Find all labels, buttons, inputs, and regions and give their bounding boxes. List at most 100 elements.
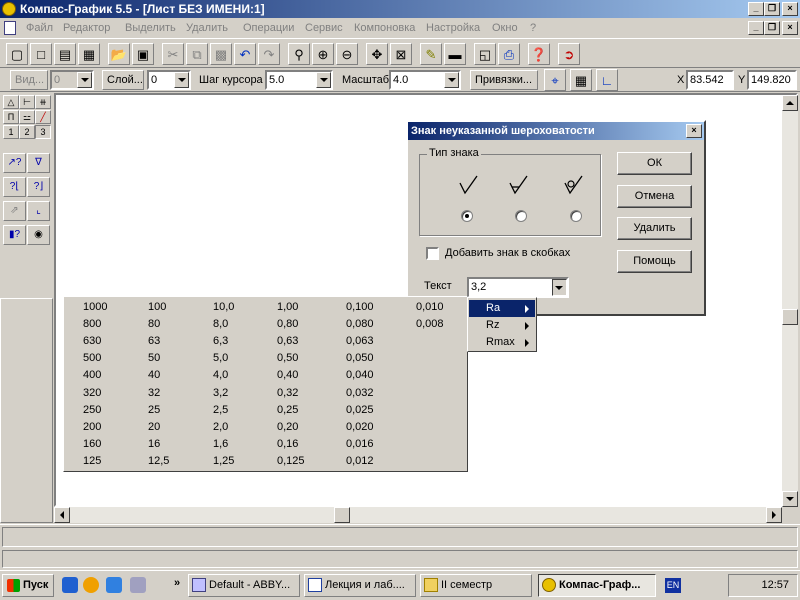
- value-cell[interactable]: 320: [83, 385, 101, 402]
- value-cell[interactable]: 16: [148, 436, 160, 453]
- value-cell[interactable]: 25: [148, 402, 160, 419]
- menu-select[interactable]: Выделить: [125, 18, 176, 38]
- new-sheet-icon[interactable]: ▢: [6, 43, 28, 65]
- cut-icon[interactable]: ✂: [162, 43, 184, 65]
- value-cell[interactable]: 63: [148, 333, 160, 350]
- value-cell[interactable]: 0,025: [346, 402, 374, 419]
- value-cell[interactable]: 0,080: [346, 316, 374, 333]
- scroll-down-icon[interactable]: [782, 491, 798, 507]
- value-cell[interactable]: 8,0: [213, 316, 228, 333]
- panel-page-1[interactable]: 1: [3, 125, 19, 139]
- value-cell[interactable]: 0,010: [416, 299, 444, 316]
- view-button[interactable]: Вид...: [10, 70, 48, 90]
- value-cell[interactable]: 0,063: [346, 333, 374, 350]
- value-cell[interactable]: 1,25: [213, 453, 234, 470]
- roughness-values-list[interactable]: 1000 100 10,0 1,00 0,100 0,010 800 80 8,0 0,80 0,0…: [63, 296, 468, 472]
- copy-icon[interactable]: ⧉: [186, 43, 208, 65]
- tolerance-icon[interactable]: ?⌋: [27, 177, 50, 197]
- outlook-icon[interactable]: [106, 577, 122, 593]
- value-cell[interactable]: 0,32: [277, 385, 298, 402]
- value-cell[interactable]: 0,020: [346, 419, 374, 436]
- value-cell[interactable]: 4,0: [213, 367, 228, 384]
- value-row[interactable]: 400 40 4,0 0,40 0,040: [64, 367, 467, 384]
- print-icon[interactable]: ⎙: [498, 43, 520, 65]
- text-combo[interactable]: 3,2: [467, 277, 569, 298]
- desktop-icon[interactable]: [130, 577, 146, 593]
- panel-page-3[interactable]: 3: [35, 125, 51, 139]
- value-cell[interactable]: 0,50: [277, 350, 298, 367]
- params-tab-icon[interactable]: ╱: [35, 110, 51, 124]
- minimize-button[interactable]: _: [748, 2, 764, 16]
- menu-editor[interactable]: Редактор: [63, 18, 110, 38]
- menu-operations[interactable]: Операции: [243, 18, 294, 38]
- chevron-down-icon[interactable]: [444, 72, 459, 88]
- value-row[interactable]: 160 16 1,6 0,16 0,016: [64, 436, 467, 453]
- value-cell[interactable]: 160: [83, 436, 101, 453]
- value-row[interactable]: 250 25 2,5 0,25 0,025: [64, 402, 467, 419]
- leader-icon[interactable]: ↗?: [3, 153, 26, 173]
- clock[interactable]: 12:57: [761, 579, 789, 591]
- menu-window[interactable]: Окно: [492, 18, 518, 38]
- value-row[interactable]: 320 32 3,2 0,32 0,032: [64, 385, 467, 402]
- ie-icon[interactable]: [62, 577, 78, 593]
- document-icon[interactable]: [4, 21, 16, 35]
- value-cell[interactable]: 0,125: [277, 453, 305, 470]
- help-pointer-icon[interactable]: ❓: [528, 43, 550, 65]
- value-row[interactable]: 500 50 5,0 0,50 0,050: [64, 350, 467, 367]
- open-icon[interactable]: 📂: [108, 43, 130, 65]
- menu-settings[interactable]: Настройка: [426, 18, 480, 38]
- new-fragment-icon[interactable]: □: [30, 43, 52, 65]
- value-row[interactable]: 125 12,5 1,25 0,125 0,012: [64, 453, 467, 470]
- dialog-close-button[interactable]: ×: [686, 124, 702, 138]
- value-cell[interactable]: 1,6: [213, 436, 228, 453]
- base-icon[interactable]: ?⌊: [3, 177, 26, 197]
- layer-icon[interactable]: ▬: [444, 43, 466, 65]
- value-cell[interactable]: 20: [148, 419, 160, 436]
- horizontal-scroll-thumb[interactable]: [334, 507, 350, 523]
- value-row[interactable]: 200 20 2,0 0,20 0,020: [64, 419, 467, 436]
- doc-minimize-button[interactable]: _: [748, 21, 764, 35]
- menu-service[interactable]: Сервис: [305, 18, 343, 38]
- scroll-up-icon[interactable]: [782, 95, 798, 111]
- cursor-step-select[interactable]: 5.0: [265, 70, 333, 90]
- value-cell[interactable]: 1000: [83, 299, 107, 316]
- properties-icon[interactable]: ✎: [420, 43, 442, 65]
- value-cell[interactable]: 100: [148, 299, 166, 316]
- language-indicator[interactable]: EN: [665, 578, 681, 593]
- value-cell[interactable]: 0,25: [277, 402, 298, 419]
- value-cell[interactable]: 500: [83, 350, 101, 367]
- sign-type-radio-1[interactable]: [461, 210, 473, 222]
- maximize-button[interactable]: ❐: [764, 2, 780, 16]
- undo-icon[interactable]: ↶: [234, 43, 256, 65]
- exit-icon[interactable]: ➲: [558, 43, 580, 65]
- text-input[interactable]: 3,2: [471, 281, 486, 293]
- sign-type-radio-3[interactable]: [570, 210, 582, 222]
- zoom-icon[interactable]: ⚲: [288, 43, 310, 65]
- media-player-icon[interactable]: [83, 577, 99, 593]
- zoom-out-icon[interactable]: ⊖: [336, 43, 358, 65]
- snap-settings-icon[interactable]: ⌖: [544, 69, 566, 91]
- scroll-left-icon[interactable]: [54, 507, 70, 523]
- value-cell[interactable]: 400: [83, 367, 101, 384]
- value-cell[interactable]: 6,3: [213, 333, 228, 350]
- panel-page-2[interactable]: 2: [19, 125, 35, 139]
- doc-maximize-button[interactable]: ❐: [764, 21, 780, 35]
- doc-close-button[interactable]: ×: [782, 21, 798, 35]
- value-cell[interactable]: 0,80: [277, 316, 298, 333]
- edit-tab-icon[interactable]: П: [3, 110, 19, 124]
- value-cell[interactable]: 250: [83, 402, 101, 419]
- task-word[interactable]: Лекция и лаб....: [304, 574, 416, 597]
- new-spec-icon[interactable]: ▦: [78, 43, 100, 65]
- submenu-item-rz[interactable]: Rz: [469, 317, 535, 334]
- axis-icon[interactable]: ▮?: [3, 225, 26, 245]
- quicklaunch-more-icon[interactable]: »: [174, 577, 180, 589]
- task-folder[interactable]: II семестр: [420, 574, 532, 597]
- value-cell[interactable]: 10,0: [213, 299, 234, 316]
- task-abbyy[interactable]: Default - ABBY...: [188, 574, 300, 597]
- value-cell[interactable]: 125: [83, 453, 101, 470]
- vertical-scrollbar[interactable]: [782, 95, 798, 507]
- submenu-item-rmax[interactable]: Rmax: [469, 334, 535, 351]
- value-cell[interactable]: 32: [148, 385, 160, 402]
- hatch-icon[interactable]: ◉: [27, 225, 50, 245]
- paste-icon[interactable]: ▩: [210, 43, 232, 65]
